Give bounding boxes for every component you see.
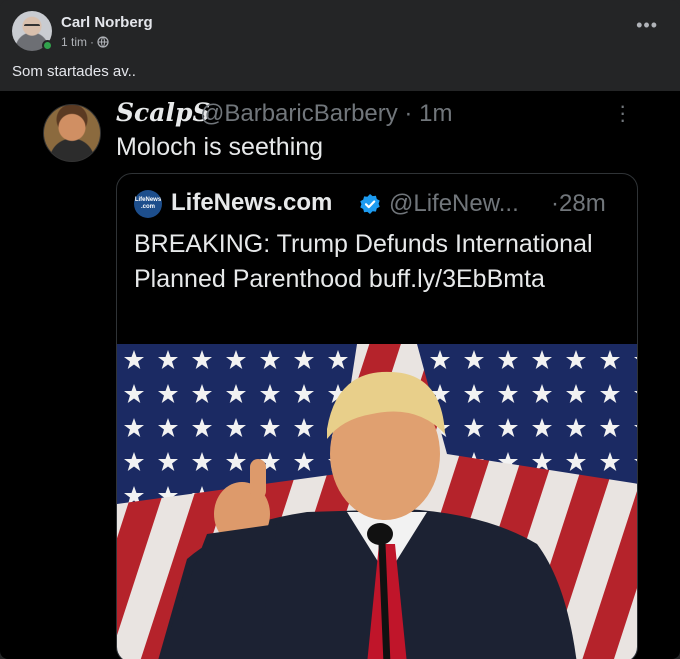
more-options-icon[interactable]: ••• [636, 16, 658, 34]
verified-badge-icon [360, 194, 380, 214]
facebook-post: Carl Norberg 1 tim · ••• Som startades a… [0, 0, 680, 659]
tweet-avatar [43, 104, 101, 162]
quoted-tweet-card: LifeNews .com LifeNews.com @LifeNew... ·… [116, 173, 638, 659]
quoted-time: ·28m [551, 190, 606, 217]
header-text: Carl Norberg 1 tim · [61, 11, 153, 53]
post-meta: 1 tim · [61, 35, 153, 49]
globe-icon[interactable] [97, 36, 109, 48]
more-vertical-icon: · · · [619, 93, 627, 132]
quoted-body: BREAKING: Trump Defunds International Pl… [134, 230, 593, 293]
avatar-glasses [24, 24, 40, 28]
online-status-icon [42, 40, 53, 51]
quoted-handle: @LifeNew... [389, 190, 519, 217]
tweet-author-name: ScalpS [116, 98, 211, 127]
post-text: Som startades av.. [12, 63, 136, 80]
tweet-text: Moloch is seething [116, 133, 324, 161]
post-header: Carl Norberg 1 tim · [12, 11, 153, 53]
flag-trump-illustration [117, 344, 637, 659]
post-time[interactable]: 1 tim [61, 35, 87, 49]
lifenews-logo: LifeNews .com [134, 190, 162, 218]
author-name[interactable]: Carl Norberg [61, 14, 153, 31]
tweet-handle: @BarbaricBarbery · 1m [200, 100, 453, 127]
author-avatar[interactable] [12, 11, 53, 51]
quoted-photo [117, 344, 637, 659]
quoted-author-name: LifeNews.com [171, 189, 333, 216]
meta-separator: · [90, 35, 95, 49]
